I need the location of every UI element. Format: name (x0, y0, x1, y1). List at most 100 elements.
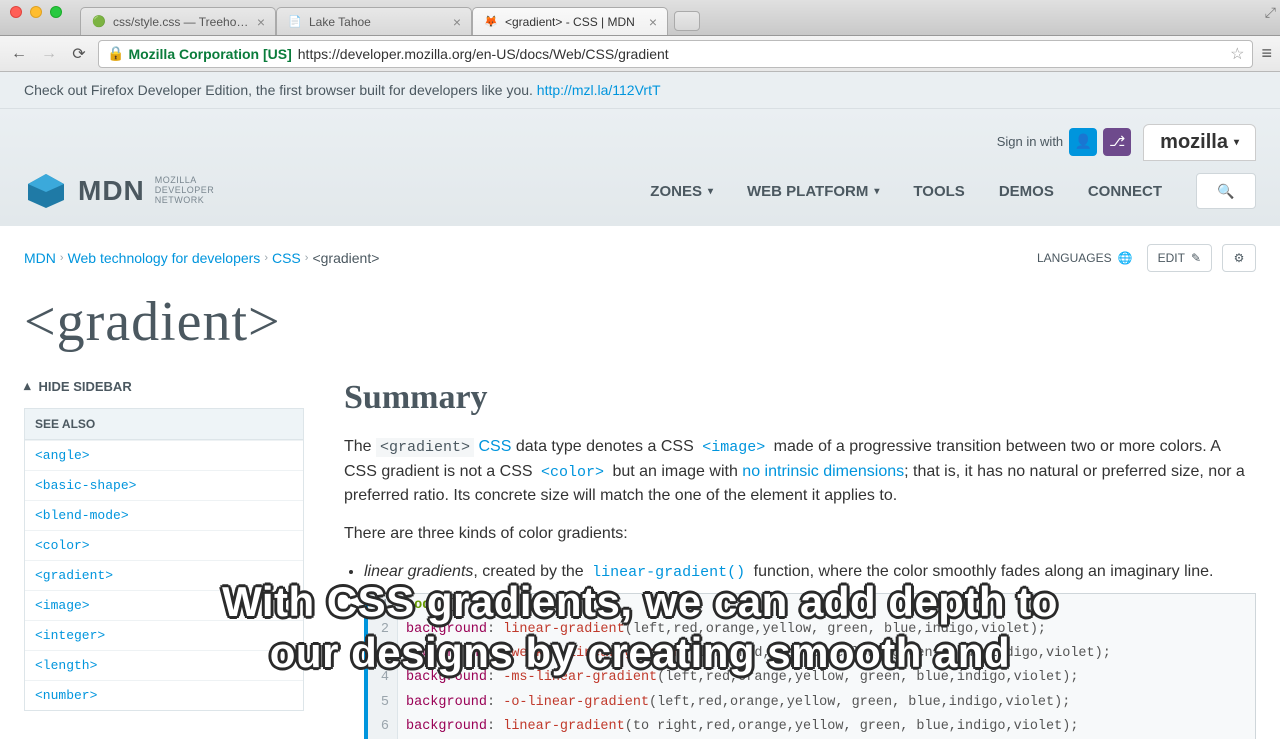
sidebar-item-link[interactable]: <number> (35, 688, 97, 703)
browser-menu-button[interactable]: ≡ (1261, 43, 1272, 64)
site-identity-label: Mozilla Corporation [US] (128, 46, 291, 62)
code-example: 1body { 2background: linear-gradient(lef… (364, 593, 1256, 739)
sidebar-item[interactable]: <gradient> (25, 560, 303, 590)
forward-button[interactable]: → (38, 43, 60, 65)
link-intrinsic-dimensions[interactable]: no intrinsic dimensions (742, 463, 904, 480)
hide-sidebar-toggle[interactable]: ▴ HIDE SIDEBAR (24, 372, 304, 400)
fullscreen-icon[interactable]: ⤢ (1265, 4, 1276, 21)
mdn-logo-sub3: NETWORK (155, 196, 215, 206)
address-bar[interactable]: 🔒 Mozilla Corporation [US] https://devel… (98, 40, 1253, 68)
main-layout: ▴ HIDE SIDEBAR SEE ALSO <angle> <basic-s… (0, 372, 1280, 739)
sidebar: ▴ HIDE SIDEBAR SEE ALSO <angle> <basic-s… (24, 372, 304, 739)
sidebar-item[interactable]: <basic-shape> (25, 470, 303, 500)
window-minimize-icon[interactable] (30, 6, 42, 18)
sidebar-item-link[interactable]: <image> (35, 598, 90, 613)
sidebar-item[interactable]: <integer> (25, 620, 303, 650)
tab-title: Lake Tahoe (309, 15, 447, 29)
link-css[interactable]: CSS (478, 438, 511, 455)
globe-icon: 🌐 (1118, 251, 1133, 265)
github-icon: ⎇ (1109, 133, 1125, 150)
sidebar-item[interactable]: <blend-mode> (25, 500, 303, 530)
mdn-logo-text: MDN (78, 175, 145, 207)
bookmark-star-icon[interactable]: ☆ (1230, 44, 1244, 64)
lock-icon: 🔒 (107, 45, 124, 62)
page-actions: LANGUAGES 🌐 EDIT ✎ ⚙ (1033, 244, 1256, 272)
line-number: 5 (368, 691, 398, 715)
favicon-icon: 🟢 (91, 14, 107, 30)
mozilla-tab[interactable]: mozilla ▾ (1143, 124, 1256, 161)
sidebar-item-link[interactable]: <integer> (35, 628, 105, 643)
nav-demos[interactable]: DEMOS (999, 183, 1054, 200)
new-tab-button[interactable] (674, 11, 700, 31)
sidebar-item[interactable]: <number> (25, 680, 303, 710)
crumb-mdn[interactable]: MDN (24, 250, 56, 266)
sidebar-item-link[interactable]: <length> (35, 658, 97, 673)
nav-connect-label: CONNECT (1088, 183, 1162, 200)
mdn-logo[interactable]: MDN MOZILLA DEVELOPER NETWORK (24, 172, 214, 210)
nav-web-platform-label: WEB PLATFORM (747, 183, 868, 200)
browser-tab-2[interactable]: 🦊 <gradient> - CSS | MDN × (472, 7, 668, 35)
person-icon: 👤 (1074, 133, 1091, 150)
tab-close-icon[interactable]: × (257, 14, 265, 30)
signin-persona-button[interactable]: 👤 (1069, 128, 1097, 156)
link-linear-gradient-func[interactable]: linear-gradient() (588, 563, 749, 580)
sidebar-item-link[interactable]: <angle> (35, 448, 90, 463)
site-identity-badge[interactable]: 🔒 Mozilla Corporation [US] (107, 45, 292, 62)
gear-icon: ⚙ (1234, 251, 1245, 265)
nav-web-platform[interactable]: WEB PLATFORM▾ (747, 183, 879, 200)
search-icon: 🔍 (1217, 183, 1234, 200)
chevron-right-icon: › (305, 252, 309, 264)
gradient-kinds-list: linear gradients, created by the linear-… (344, 560, 1256, 739)
signin-group: Sign in with 👤 ⎇ (997, 128, 1131, 156)
sidebar-item[interactable]: <angle> (25, 440, 303, 470)
chevron-down-icon: ▾ (708, 186, 713, 197)
mozilla-label: mozilla (1160, 131, 1228, 154)
nav-zones-label: ZONES (650, 183, 702, 200)
search-button[interactable]: 🔍 (1196, 173, 1256, 209)
signin-github-button[interactable]: ⎇ (1103, 128, 1131, 156)
window-controls (10, 6, 62, 18)
page-title: <gradient> (0, 282, 1280, 372)
summary-heading: Summary (344, 372, 1256, 423)
window-maximize-icon[interactable] (50, 6, 62, 18)
line-number: 1 (368, 594, 398, 618)
nav-tools-label: TOOLS (913, 183, 964, 200)
triangle-up-icon: ▴ (24, 378, 31, 394)
chevron-right-icon: › (60, 252, 64, 264)
sidebar-item-link[interactable]: <color> (35, 538, 90, 553)
reload-button[interactable]: ⟳ (68, 43, 90, 65)
sidebar-item-link[interactable]: <gradient> (35, 568, 113, 583)
back-button[interactable]: ← (8, 43, 30, 65)
intro-kinds: There are three kinds of color gradients… (344, 522, 1256, 546)
sidebar-item-link[interactable]: <basic-shape> (35, 478, 136, 493)
summary-paragraph: The <gradient> CSS data type denotes a C… (344, 435, 1256, 508)
sidebar-item[interactable]: <color> (25, 530, 303, 560)
nav-zones[interactable]: ZONES ▾ (650, 183, 713, 200)
list-item: linear gradients, created by the linear-… (364, 560, 1256, 739)
tab-close-icon[interactable]: × (649, 14, 657, 30)
browser-tab-0[interactable]: 🟢 css/style.css — Treehouse × (80, 7, 276, 35)
chevron-right-icon: › (264, 252, 268, 264)
line-number: 3 (368, 642, 398, 666)
link-color[interactable]: <color> (537, 463, 608, 480)
nav-demos-label: DEMOS (999, 183, 1054, 200)
tab-close-icon[interactable]: × (453, 14, 461, 30)
nav-connect[interactable]: CONNECT (1088, 183, 1162, 200)
sidebar-item-link[interactable]: <blend-mode> (35, 508, 129, 523)
browser-tab-1[interactable]: 📄 Lake Tahoe × (276, 7, 472, 35)
languages-button[interactable]: LANGUAGES 🌐 (1033, 245, 1137, 271)
wiki-toolbar: MDN› Web technology for developers› CSS›… (0, 226, 1280, 282)
window-close-icon[interactable] (10, 6, 22, 18)
line-number: 2 (368, 618, 398, 642)
link-image[interactable]: <image> (698, 438, 769, 455)
crumb-css[interactable]: CSS (272, 250, 301, 266)
signin-label: Sign in with (997, 134, 1063, 149)
article-content: Summary The <gradient> CSS data type den… (344, 372, 1256, 739)
promo-link[interactable]: http://mzl.la/112VrtT (537, 82, 661, 98)
edit-button[interactable]: EDIT ✎ (1147, 244, 1212, 272)
nav-tools[interactable]: TOOLS (913, 183, 964, 200)
settings-button[interactable]: ⚙ (1222, 244, 1256, 272)
sidebar-item[interactable]: <length> (25, 650, 303, 680)
crumb-webtech[interactable]: Web technology for developers (68, 250, 261, 266)
sidebar-item[interactable]: <image> (25, 590, 303, 620)
